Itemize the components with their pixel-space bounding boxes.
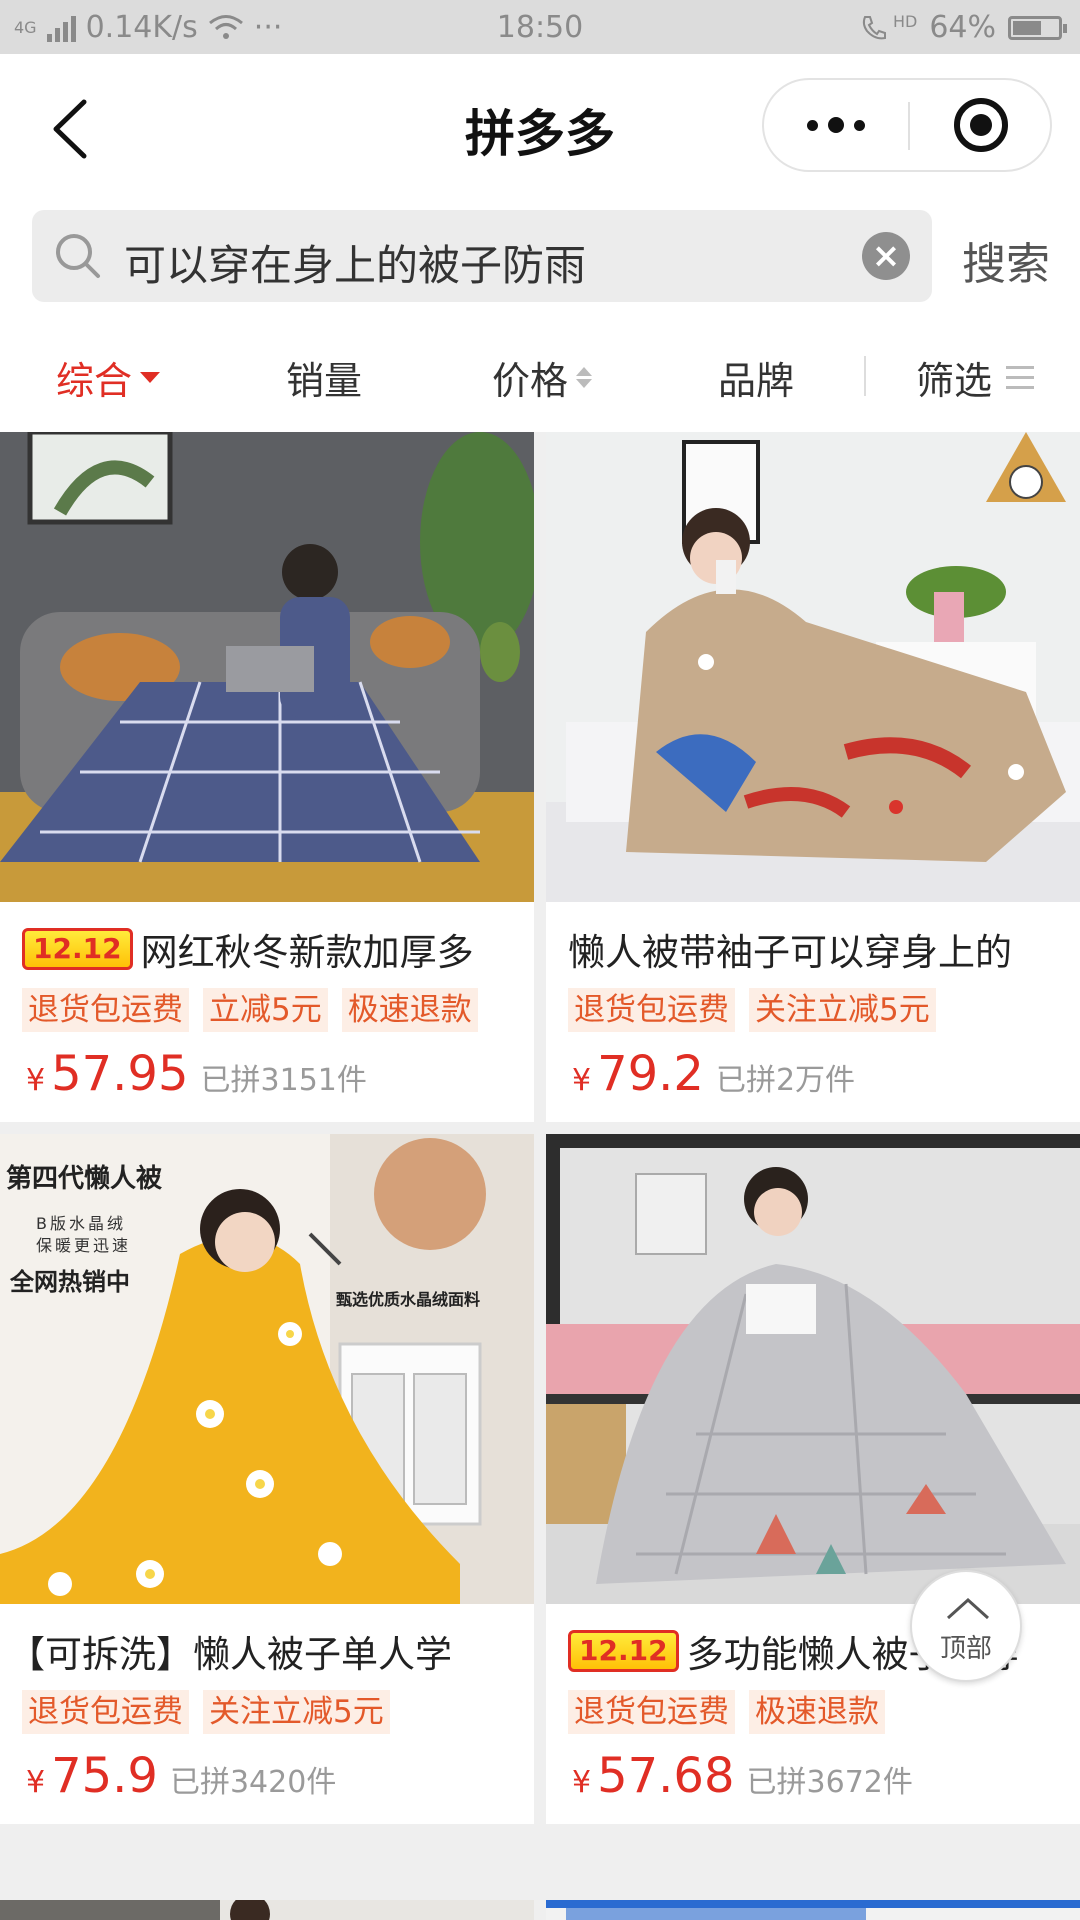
hd-call-icon — [862, 15, 886, 39]
sort-arrows-icon — [576, 367, 593, 388]
image-fabric-label: 甄选优质水晶绒面料 — [336, 1290, 481, 1309]
battery-percent: 64% — [929, 10, 996, 45]
sort-bar: 综合 销量 价格 品牌 筛选 — [0, 320, 1080, 432]
product-image[interactable] — [0, 432, 534, 902]
tag-follow-discount: 关注立减5元 — [749, 988, 936, 1032]
sort-filter-label: 筛选 — [916, 359, 993, 403]
tag-fast-refund: 极速退款 — [749, 1690, 885, 1734]
sold-count: 已拼3420件 — [169, 1765, 337, 1800]
chevron-up-icon — [946, 1598, 990, 1620]
search-icon — [56, 234, 100, 278]
sort-price-label: 价格 — [492, 359, 569, 403]
next-product-card-peek[interactable] — [0, 1900, 534, 1920]
price-value: 57.95 — [51, 1046, 189, 1102]
price-value: 75.9 — [51, 1748, 158, 1804]
capsule-divider — [908, 102, 910, 150]
mini-program-capsule — [762, 78, 1052, 172]
sold-count: 已拼3151件 — [200, 1063, 367, 1098]
product-tags: 退货包运费 关注立减5元 — [22, 1690, 390, 1734]
product-tags: 退货包运费 立减5元 极速退款 — [22, 988, 478, 1032]
tag-return-shipping: 退货包运费 — [568, 1690, 735, 1734]
sort-comprehensive[interactable]: 综合 — [56, 350, 161, 405]
tag-follow-discount: 关注立减5元 — [203, 1690, 390, 1734]
sort-sales-label: 销量 — [286, 359, 363, 403]
image-subline-2: 保暖更迅速 — [36, 1236, 132, 1255]
sort-brand[interactable]: 品牌 — [718, 350, 794, 405]
currency-symbol: ¥ — [26, 1063, 46, 1098]
battery-icon — [1008, 15, 1067, 40]
tag-return-shipping: 退货包运费 — [22, 1690, 189, 1734]
search-query-text: 可以穿在身上的被子防雨 — [124, 241, 587, 290]
sort-brand-label: 品牌 — [718, 359, 795, 403]
product-tags: 退货包运费 关注立减5元 — [568, 988, 936, 1032]
product-card[interactable]: 第四代懒人被 B版水晶绒 保暖更迅速 全网热销中 甄选优质水晶绒面料 【可拆洗】… — [0, 1134, 534, 1824]
product-title-text: 【可拆洗】懒人被子单人学 — [8, 1633, 452, 1676]
product-tags: 退货包运费 极速退款 — [568, 1690, 885, 1734]
sort-comprehensive-label: 综合 — [56, 359, 133, 403]
tag-return-shipping: 退货包运费 — [22, 988, 189, 1032]
search-button[interactable]: 搜索 — [962, 228, 1050, 292]
price-value: 57.68 — [597, 1748, 735, 1804]
close-mini-program-icon[interactable] — [954, 98, 1008, 152]
product-card[interactable]: 懒人被带袖子可以穿身上的 退货包运费 关注立减5元 ¥ 79.2 已拼2万件 — [546, 432, 1080, 1122]
currency-symbol: ¥ — [572, 1765, 592, 1800]
product-title[interactable]: 懒人被带袖子可以穿身上的 — [568, 922, 1066, 976]
sold-count: 已拼2万件 — [715, 1063, 856, 1098]
back-to-top-label: 顶部 — [939, 1634, 992, 1664]
product-price: ¥ 79.2 已拼2万件 — [572, 1046, 855, 1102]
currency-symbol: ¥ — [26, 1765, 46, 1800]
more-options-icon[interactable] — [764, 80, 908, 170]
sort-filter[interactable]: 筛选 — [916, 350, 1035, 405]
product-title[interactable]: 12.12 网红秋冬新款加厚多 — [22, 922, 520, 976]
next-product-card-peek[interactable] — [546, 1900, 1080, 1920]
product-title-text: 懒人被带袖子可以穿身上的 — [568, 931, 1012, 974]
tag-return-shipping: 退货包运费 — [568, 988, 735, 1032]
sort-price[interactable]: 价格 — [492, 350, 593, 405]
caret-down-icon — [140, 372, 161, 383]
back-to-top-button[interactable]: 顶部 — [910, 1570, 1022, 1682]
image-headline: 第四代懒人被 — [6, 1164, 163, 1194]
promo-badge-1212: 12.12 — [568, 1630, 679, 1672]
clear-search-icon[interactable]: × — [862, 232, 910, 280]
tag-discount: 立减5元 — [203, 988, 328, 1032]
sort-divider — [864, 356, 866, 396]
search-row: 可以穿在身上的被子防雨 × 搜索 — [0, 204, 1080, 320]
image-subline-1: B版水晶绒 — [36, 1214, 126, 1233]
product-title[interactable]: 【可拆洗】懒人被子单人学 — [8, 1624, 520, 1678]
product-image[interactable] — [546, 432, 1080, 902]
product-image[interactable]: 第四代懒人被 B版水晶绒 保暖更迅速 全网热销中 甄选优质水晶绒面料 — [0, 1134, 534, 1604]
status-bar: 4G 0.14K/s ··· 18:50 HD 64% — [0, 0, 1080, 54]
hd-label: HD — [892, 12, 918, 31]
nav-bar: 拼多多 — [0, 54, 1080, 204]
product-card[interactable]: 12.12 多功能懒人被子可穿 退货包运费 极速退款 ¥ 57.68 已拼367… — [546, 1134, 1080, 1824]
price-value: 79.2 — [597, 1046, 704, 1102]
sort-sales[interactable]: 销量 — [286, 350, 362, 405]
image-subline-3: 全网热销中 — [10, 1268, 130, 1296]
product-title-text: 网红秋冬新款加厚多 — [140, 931, 474, 974]
search-input[interactable]: 可以穿在身上的被子防雨 × — [32, 210, 932, 302]
sold-count: 已拼3672件 — [746, 1765, 913, 1800]
product-card[interactable]: 12.12 网红秋冬新款加厚多 退货包运费 立减5元 极速退款 ¥ 57.95 … — [0, 432, 534, 1122]
currency-symbol: ¥ — [572, 1063, 592, 1098]
product-price: ¥ 75.9 已拼3420件 — [26, 1748, 336, 1804]
product-price: ¥ 57.95 已拼3151件 — [26, 1046, 367, 1102]
filter-icon — [1006, 366, 1035, 389]
product-price: ¥ 57.68 已拼3672件 — [572, 1748, 913, 1804]
tag-fast-refund: 极速退款 — [341, 988, 478, 1032]
product-image[interactable] — [546, 1134, 1080, 1604]
promo-badge-1212: 12.12 — [22, 928, 133, 970]
